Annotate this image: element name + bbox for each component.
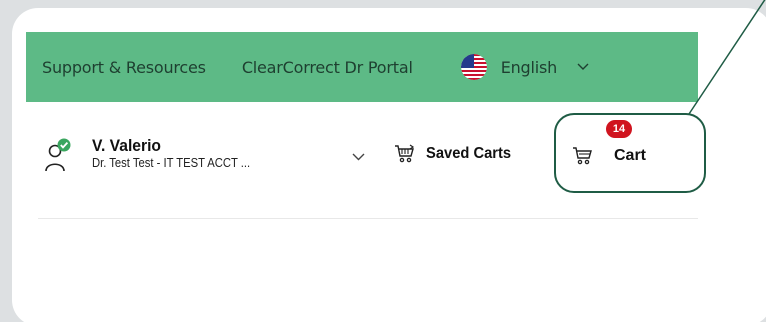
support-resources-link[interactable]: Support & Resources (42, 58, 206, 77)
chevron-down-icon (577, 59, 589, 75)
top-nav-bar: Support & Resources ClearCorrect Dr Port… (26, 32, 698, 102)
cart-button[interactable]: Cart (564, 134, 714, 178)
user-account[interactable]: Dr. Test Test - IT TEST ACCT ... (92, 156, 250, 170)
cart-icon (573, 147, 592, 165)
language-label: English (500, 57, 558, 77)
cart-label: Cart (614, 147, 647, 164)
account-chevron-down-icon[interactable] (352, 148, 365, 164)
user-name[interactable]: V. Valerio (92, 136, 161, 156)
saved-carts-button[interactable]: Saved Carts (394, 144, 519, 164)
dr-portal-link[interactable]: ClearCorrect Dr Portal (242, 58, 413, 77)
language-selector[interactable]: English (460, 54, 589, 80)
us-flag-icon (460, 54, 487, 80)
cart-count-badge: 14 (606, 120, 632, 138)
saved-cart-icon (395, 144, 415, 163)
account-toolbar: V. Valerio Dr. Test Test - IT TEST ACCT … (34, 120, 714, 182)
saved-carts-label: Saved Carts (426, 145, 512, 162)
verified-user-icon (45, 138, 71, 172)
header-divider (38, 218, 698, 219)
